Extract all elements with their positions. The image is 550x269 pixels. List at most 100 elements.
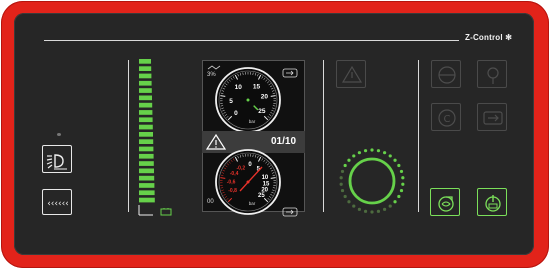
- separator-left: [128, 60, 129, 212]
- level-segment: [139, 110, 153, 115]
- gauge-label: 15: [263, 182, 270, 188]
- svg-text:C: C: [444, 114, 451, 125]
- knob-dot: [343, 163, 347, 168]
- level-segment: [139, 73, 152, 79]
- gauge-hub: [246, 180, 250, 184]
- gauge-label: 5: [229, 98, 233, 105]
- power-button[interactable]: [477, 188, 507, 216]
- knob-dot: [339, 182, 343, 186]
- knob-dot: [340, 188, 345, 193]
- knob-dot: [376, 209, 381, 213]
- knob-dot: [383, 207, 387, 211]
- level-segment: [139, 183, 155, 188]
- gauge-unit: bar: [249, 119, 256, 124]
- top-divider-line: [44, 40, 459, 41]
- knob-dot: [339, 176, 343, 180]
- indicator-led: [57, 133, 61, 136]
- knob-dot: [393, 200, 397, 204]
- level-segment: [139, 190, 155, 196]
- level-segment: [139, 175, 155, 181]
- brand-logo: Z-Control ✻: [465, 33, 512, 42]
- power-icon: [485, 195, 501, 212]
- level-segment: [139, 88, 152, 93]
- knob-dot: [388, 204, 392, 208]
- level-segment: [139, 66, 152, 71]
- knob-dot: [397, 163, 401, 168]
- engine-c-icon: C: [438, 109, 456, 127]
- separator-mid: [323, 60, 324, 212]
- horn-button[interactable]: ‹‹‹‹‹‹: [42, 189, 72, 215]
- location-pin-icon: [487, 67, 499, 84]
- knob-dot: [352, 154, 356, 158]
- alarm-counter: 01/10: [271, 136, 297, 147]
- steering-wheel-icon: [438, 66, 456, 84]
- knob-dot: [388, 154, 392, 158]
- level-segment: [139, 146, 154, 152]
- exit-icon: [483, 111, 503, 125]
- brand-mark: ✻: [505, 33, 513, 42]
- separator-right: [418, 60, 419, 212]
- gauge-label: 10: [262, 175, 269, 181]
- level-segment: [139, 132, 153, 137]
- knob-dot: [340, 169, 345, 174]
- knob-dot: [401, 176, 405, 180]
- gauge-label: 25: [258, 108, 266, 115]
- level-segment: [139, 139, 154, 144]
- horn-icon: ‹‹‹‹‹‹: [47, 199, 69, 209]
- level-segment: [139, 161, 154, 166]
- pressure-gauge-bottom: 510152025-0,2-0,4-0,6-0,80bar: [215, 149, 281, 215]
- level-segment: [139, 59, 151, 64]
- knob-dot: [370, 210, 374, 214]
- gauge-label: 10: [235, 84, 243, 91]
- battery-icon: [160, 208, 172, 216]
- device-frame: Z-Control ✻ ‹‹‹‹‹‹ 3% 00 5 10 15 20 25 0…: [0, 0, 550, 269]
- gauge-label: 0: [234, 110, 238, 117]
- knob-dot: [399, 169, 404, 174]
- gauge-label: 20: [261, 94, 269, 101]
- level-segment: [139, 95, 152, 101]
- display-exit-icon-bottom: [282, 207, 298, 217]
- gauge-label: 15: [253, 83, 261, 90]
- knob-dot: [352, 204, 356, 208]
- knob-dot: [397, 194, 401, 199]
- steering-button[interactable]: [431, 60, 461, 88]
- knob-dot: [363, 209, 368, 213]
- knob-dot: [357, 207, 361, 211]
- level-segment: [139, 153, 154, 159]
- gauge-hub: [246, 98, 250, 102]
- pump-button[interactable]: [430, 188, 460, 216]
- knob-dot: [363, 149, 368, 153]
- gauge-label-negative: -0,4: [230, 171, 239, 177]
- gauge-unit: bar: [249, 201, 256, 206]
- location-button[interactable]: [477, 60, 507, 88]
- level-segment: [139, 168, 154, 174]
- warning-button[interactable]: [336, 60, 366, 88]
- pump-icon: [438, 196, 454, 212]
- knob-dot: [383, 151, 387, 155]
- level-segment: [139, 102, 153, 108]
- rotary-knob[interactable]: [336, 145, 408, 217]
- engine-c-button[interactable]: C: [431, 103, 461, 131]
- work-light-icon: [46, 154, 67, 170]
- pressure-gauge-top: 510 1520 25 0 bar: [215, 67, 281, 133]
- knob-dot: [357, 151, 361, 155]
- knob-dot: [399, 188, 404, 193]
- level-bar: [138, 59, 172, 216]
- level-segment: [139, 124, 153, 130]
- level-segment: [139, 117, 153, 123]
- knob-dot: [376, 149, 381, 153]
- work-light-button[interactable]: [42, 145, 72, 173]
- knob-dot: [343, 194, 347, 199]
- level-segment: [139, 197, 155, 203]
- gauge-label-negative: -0,6: [227, 180, 236, 186]
- display-exit-icon: [282, 68, 298, 78]
- svg-text:‹‹‹‹‹‹: ‹‹‹‹‹‹: [47, 199, 69, 209]
- warning-icon: [341, 65, 363, 83]
- knob-dot: [347, 200, 351, 204]
- knob-dot: [393, 158, 397, 162]
- knob-dot: [347, 158, 351, 162]
- gauge-label: 25: [258, 193, 265, 199]
- brand-label: Z-Control: [465, 33, 503, 42]
- knob-dot: [401, 182, 405, 186]
- exit-button[interactable]: [477, 103, 507, 131]
